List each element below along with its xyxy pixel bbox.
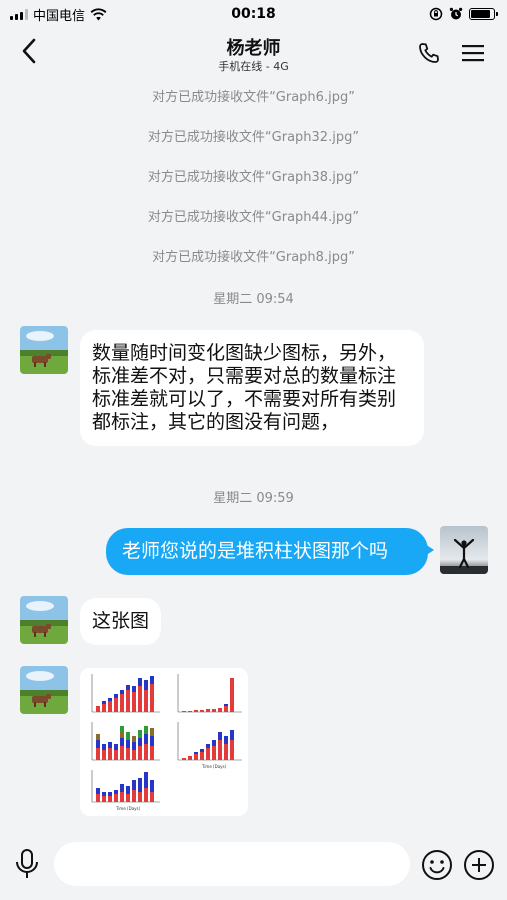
message-text: 数量随时间变化图缺少图标，另外，标准差不对，只需要对总的数量标注标准差就可以了，… [92,342,397,433]
message-text: 这张图 [92,610,150,632]
signal-icon [10,8,28,20]
battery-icon [469,8,498,20]
status-bar-left: 中国电信 [10,5,107,24]
message-text: 老师您说的是堆积柱状图那个吗 [122,540,389,562]
image-message[interactable]: Time (Days) Time (Days) [80,668,248,816]
message-bubble-outgoing[interactable]: 老师您说的是堆积柱状图那个吗 [106,528,434,575]
file-received-notice: 对方已成功接收文件“Graph8.jpg” [152,250,355,265]
file-received-notice: 对方已成功接收文件“Graph32.jpg” [147,130,360,145]
battery-level [471,10,490,18]
avatar-image [20,326,68,374]
svg-text:Time (Days): Time (Days) [201,764,227,769]
message-bubble-incoming[interactable]: 数量随时间变化图缺少图标，另外，标准差不对，只需要对总的数量标注标准差就可以了，… [80,330,424,446]
message-bubble-incoming[interactable]: 这张图 [80,598,162,645]
more-button[interactable] [462,848,496,882]
avatar-image [20,596,68,644]
emoji-icon [422,850,452,880]
emoji-button[interactable] [420,848,454,882]
avatar-image [440,526,488,574]
status-bar-right [429,7,498,21]
wifi-icon [90,7,107,20]
chat-header: 杨老师 手机在线 - 4G [0,28,507,76]
contact-avatar[interactable] [20,596,68,644]
avatar-image [20,666,68,714]
input-bar [0,830,507,900]
timestamp: 星期二 09:59 [213,491,294,506]
timestamp: 星期二 09:54 [213,292,294,307]
status-bar: 中国电信 00:18 [0,0,507,28]
call-button[interactable] [414,38,444,68]
contact-avatar[interactable] [20,326,68,374]
voice-icon [16,849,38,878]
file-received-notice: 对方已成功接收文件“Graph38.jpg” [147,170,360,185]
file-received-notice: 对方已成功接收文件“Graph6.jpg” [152,90,355,105]
rotation-lock-icon [429,7,443,21]
image-thumbnail-charts: Time (Days) Time (Days) [80,668,248,816]
plus-icon [464,850,494,880]
clock: 00:18 [231,6,276,22]
message-input[interactable] [54,842,410,886]
svg-text:Time (Days): Time (Days) [115,806,141,811]
menu-button[interactable] [458,38,488,68]
file-received-notice: 对方已成功接收文件“Graph44.jpg” [147,210,360,225]
contact-avatar[interactable] [20,666,68,714]
menu-icon [462,45,484,62]
phone-icon [419,43,439,63]
voice-button[interactable] [10,846,44,882]
carrier-label: 中国电信 [33,8,86,24]
my-avatar[interactable] [440,526,488,574]
alarm-icon [449,7,463,20]
